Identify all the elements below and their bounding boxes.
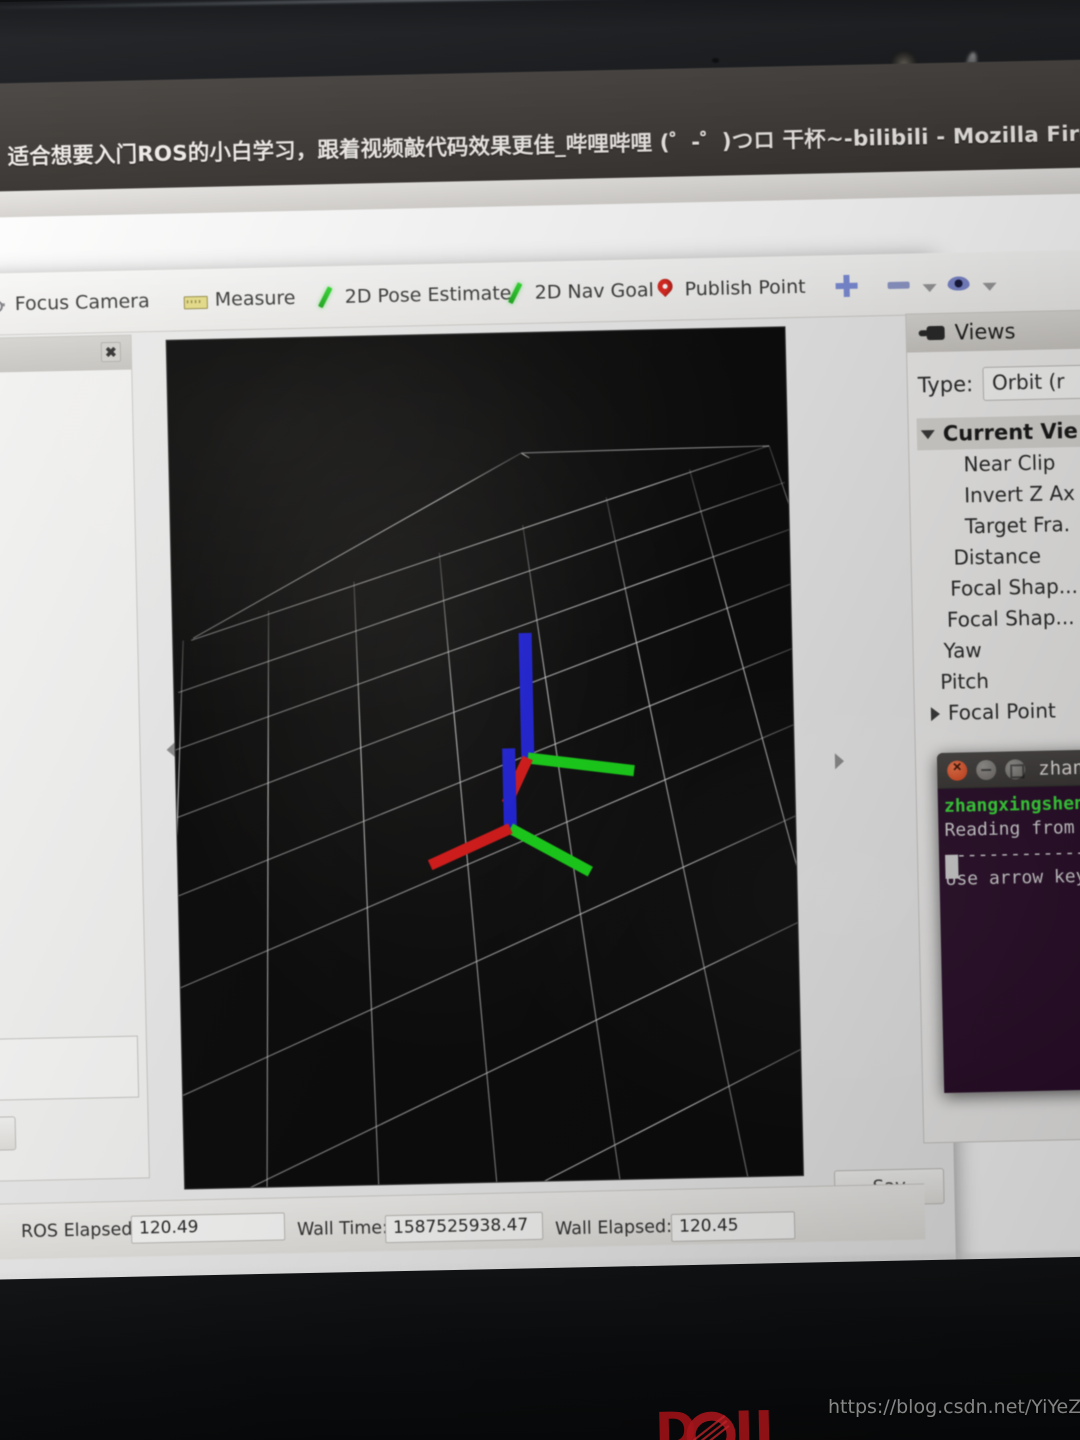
- focus-camera-icon: [0, 292, 7, 317]
- toolbar-nav-goal-label: 2D Nav Goal: [534, 279, 655, 304]
- toolbar-measure-label: Measure: [214, 286, 296, 311]
- rviz-status-bar: .44 ROS Elapsed: 120.49 Wall Time: 15875…: [0, 1183, 926, 1262]
- ros-elapsed-field[interactable]: 120.49: [130, 1212, 286, 1244]
- close-icon[interactable]: [946, 759, 968, 781]
- property-pitch[interactable]: Pitch: [922, 661, 1080, 698]
- dell-logo: D: [655, 1404, 770, 1440]
- displays-panel: ✖ ; 48 2 l use for their origin. Remove …: [0, 334, 150, 1187]
- toolbar-pose-estimate-button[interactable]: 2D Pose Estimate: [312, 276, 511, 314]
- wall-elapsed-label: Wall Elapsed:: [554, 1216, 673, 1240]
- right-splitter-handle[interactable]: [834, 753, 845, 770]
- minus-icon: [886, 273, 911, 298]
- toolbar-focus-camera-label: Focus Camera: [14, 290, 150, 316]
- view-type-label: Type:: [917, 372, 974, 398]
- close-icon[interactable]: ✖: [100, 341, 122, 363]
- laptop-screen-photo: 适合想要入门ROS的小白学习，跟着视频敲代码效果更佳_哔哩哔哩 (゜-゜)つロ …: [0, 0, 1080, 1440]
- terminal-output[interactable]: zhangxingsheng Reading from k ----------…: [937, 781, 1080, 1093]
- toolbar-add-tool-button[interactable]: [834, 269, 859, 304]
- chevron-down-icon[interactable]: [920, 429, 935, 439]
- terminal-titlebar: zhangx: [936, 745, 1080, 790]
- property-focal-shape-fixed[interactable]: Focal Shap...: [921, 599, 1080, 636]
- ground-grid: [166, 327, 805, 1190]
- csdn-watermark: https://blog.csdn.net/YiYeZhiNian: [828, 1396, 1080, 1418]
- terminal-window-title: zhangx: [1037, 755, 1080, 780]
- property-yaw[interactable]: Yaw: [921, 630, 1080, 667]
- toolbar-publish-point-button[interactable]: Publish Point: [652, 270, 806, 307]
- screen-content: 适合想要入门ROS的小白学习，跟着视频敲代码效果更佳_哔哩哔哩 (゜-゜)つロ …: [0, 58, 1080, 1304]
- toolbar-nav-goal-button[interactable]: 2D Nav Goal: [502, 273, 654, 310]
- toolbar-measure-button[interactable]: Measure: [182, 281, 296, 317]
- nav-goal-arrow-icon: [502, 281, 527, 306]
- wall-elapsed-field[interactable]: 120.45: [670, 1211, 796, 1242]
- ros-elapsed-label: ROS Elapsed:: [20, 1219, 139, 1243]
- property-target-frame[interactable]: Target Fra.: [919, 506, 1080, 543]
- maximize-icon[interactable]: [1004, 758, 1026, 780]
- property-distance[interactable]: Distance: [919, 537, 1080, 574]
- rename-button[interactable]: Rename: [0, 1116, 17, 1153]
- bezel-highlight: [0, 0, 1080, 10]
- displays-panel-description: l use for their origin.: [0, 1035, 140, 1106]
- views-panel-header: Views: [906, 308, 1080, 353]
- wall-time-field[interactable]: 1587525938.47: [384, 1211, 544, 1244]
- view-type-row: Type: Orbit (r: [917, 363, 1080, 402]
- minimize-icon[interactable]: [975, 759, 997, 780]
- views-icon: [918, 324, 944, 343]
- chevron-down-icon[interactable]: [982, 282, 997, 291]
- microphone-dot-icon: [712, 58, 719, 63]
- eye-icon: [946, 271, 971, 296]
- toolbar-remove-tool-button[interactable]: [886, 267, 937, 302]
- property-near-clip[interactable]: Near Clip: [917, 444, 1080, 481]
- terminal-window[interactable]: zhangx zhangxingsheng Reading from k ---…: [936, 745, 1080, 1093]
- toolbar-pose-estimate-label: 2D Pose Estimate: [344, 282, 512, 308]
- chevron-down-icon[interactable]: [922, 283, 937, 293]
- views-panel-title: Views: [954, 319, 1016, 345]
- property-focal-point-label: Focal Point: [947, 698, 1057, 725]
- property-focal-shape-size[interactable]: Focal Shap...: [920, 568, 1080, 605]
- view-type-select[interactable]: Orbit (r: [982, 363, 1080, 401]
- toolbar-publish-point-label: Publish Point: [684, 275, 806, 301]
- terminal-line: zhangxingsheng: [943, 792, 1080, 817]
- measure-icon: [183, 288, 208, 313]
- pose-arrow-icon: [312, 285, 337, 310]
- toolbar-focus-camera-button[interactable]: Focus Camera: [0, 284, 150, 322]
- wall-time-label: Wall Time:: [296, 1218, 389, 1241]
- rviz-window: ect Focus Camera Measure 2D Pose Estimat…: [0, 248, 1080, 1295]
- current-view-label: Current Vie: [942, 418, 1079, 446]
- rviz-3d-viewport[interactable]: [165, 326, 805, 1190]
- current-view-group[interactable]: Current Vie: [916, 412, 1080, 451]
- chevron-right-icon[interactable]: [930, 706, 941, 721]
- property-invert-z-axis[interactable]: Invert Z Ax: [918, 475, 1080, 512]
- map-pin-icon: [652, 278, 677, 303]
- views-property-tree: Current Vie Near Clip Invert Z Ax Target…: [916, 412, 1080, 729]
- plus-icon: [834, 274, 859, 299]
- toolbar-visibility-button[interactable]: [946, 266, 997, 301]
- terminal-cursor: [945, 854, 959, 879]
